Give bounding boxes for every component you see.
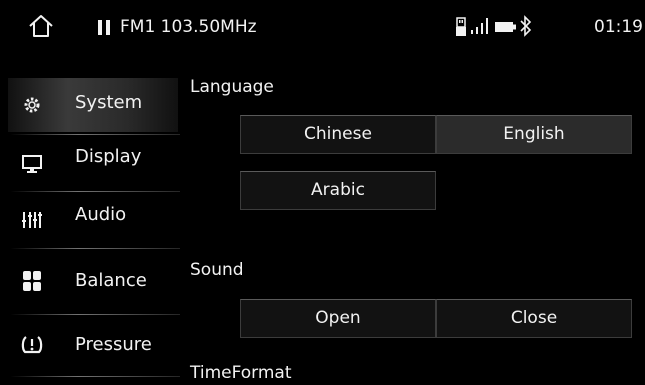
pause-icon[interactable] <box>98 20 112 35</box>
divider <box>10 134 180 135</box>
divider <box>10 376 180 377</box>
sound-section-title: Sound <box>190 260 244 280</box>
sidebar-item-audio[interactable]: Audio <box>8 192 178 246</box>
usb-icon <box>456 17 466 36</box>
bluetooth-icon <box>520 15 532 37</box>
status-bar: FM1 103.50MHz 01:19 <box>0 0 645 54</box>
sidebar-item-display[interactable]: Display <box>8 136 178 190</box>
signal-icon <box>471 18 488 34</box>
battery-icon <box>495 22 516 32</box>
sound-close-button[interactable]: Close <box>436 299 632 338</box>
sidebar-item-system[interactable]: System <box>8 78 178 132</box>
language-arabic-button[interactable]: Arabic <box>240 171 436 210</box>
gear-icon <box>24 97 40 113</box>
radio-frequency: 103.50MHz <box>160 17 257 37</box>
balance-icon <box>23 271 41 291</box>
divider <box>10 248 180 249</box>
sidebar-item-label: System <box>75 92 143 113</box>
language-english-button[interactable]: English <box>436 115 632 154</box>
sidebar-item-balance[interactable]: Balance <box>8 254 178 308</box>
radio-source: FM1 <box>120 17 156 37</box>
home-icon <box>29 15 53 37</box>
home-button[interactable] <box>28 13 54 39</box>
sidebar-item-label: Audio <box>75 204 127 225</box>
language-section-title: Language <box>190 77 274 97</box>
timeformat-section-title: TimeFormat <box>190 363 292 383</box>
settings-sidebar: System Display Audio Balance Pressure <box>0 70 180 385</box>
clock: 01:19 <box>594 17 643 37</box>
sound-open-button[interactable]: Open <box>240 299 436 338</box>
tire-pressure-icon <box>21 336 43 354</box>
radio-station: FM1 103.50MHz <box>120 17 257 37</box>
sidebar-item-label: Display <box>75 146 142 167</box>
equalizer-icon <box>22 212 42 228</box>
sidebar-item-label: Balance <box>75 270 147 291</box>
sidebar-item-label: Pressure <box>75 334 152 355</box>
language-chinese-button[interactable]: Chinese <box>240 115 436 154</box>
divider <box>10 314 180 315</box>
monitor-icon <box>22 155 42 173</box>
sidebar-item-pressure[interactable]: Pressure <box>8 318 178 372</box>
